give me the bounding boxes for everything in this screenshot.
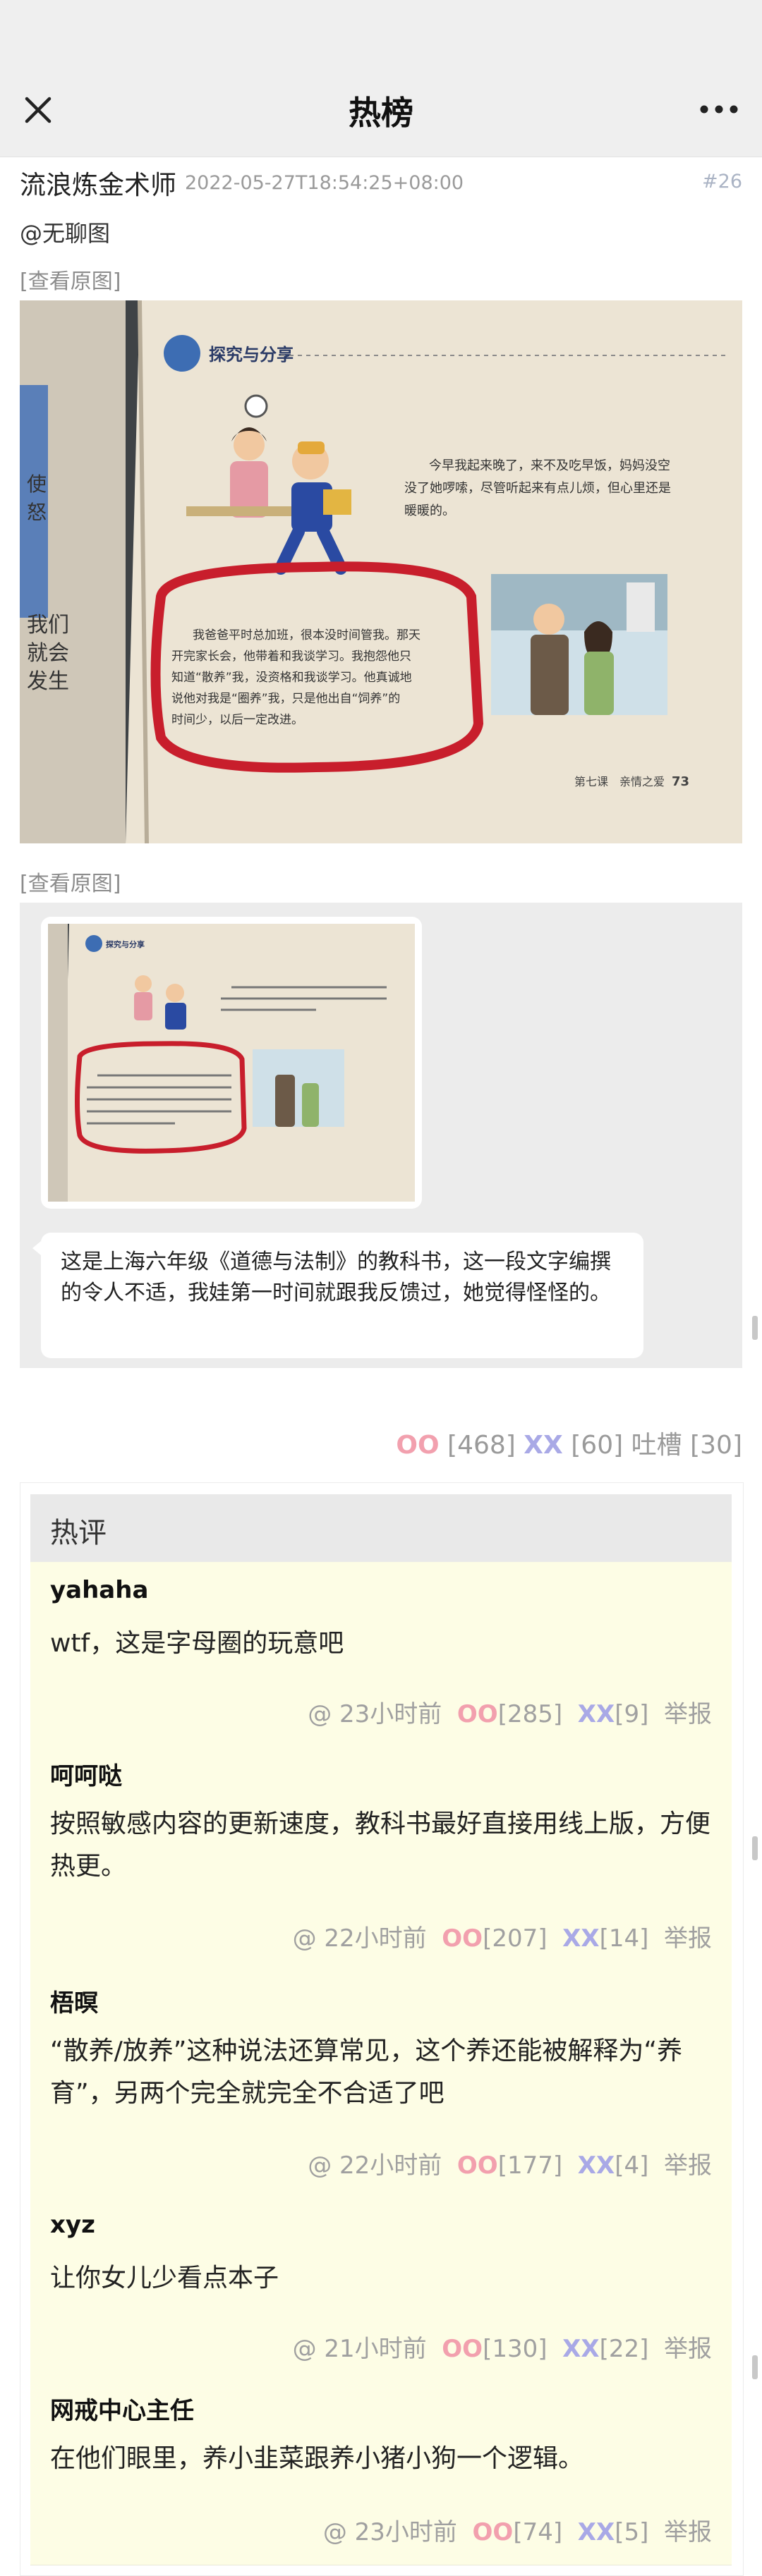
comment-text: wtf，这是字母圈的玩意吧	[50, 1629, 344, 1658]
circled-line-5: 时间少，以后一定改进。	[171, 713, 303, 727]
side-text-1: 使	[27, 472, 47, 496]
svg-text:怒: 怒	[27, 501, 47, 524]
view-original-link-2[interactable]: [查看原图]	[20, 866, 121, 897]
report-button[interactable]: 举报	[664, 2518, 712, 2546]
book-page-number: 73	[672, 774, 689, 789]
hot-comments: 热评 yahaha wtf，这是字母圈的玩意吧 @ 23小时前 OO[285] …	[20, 1482, 744, 2576]
post-timestamp: 2022-05-27T18:54:25+08:00	[185, 172, 464, 194]
comment-time[interactable]: @ 22小时前	[293, 1924, 427, 1953]
comment-author[interactable]: yahaha	[50, 1576, 148, 1604]
post-header: 流浪炼金术师 2022-05-27T18:54:25+08:00 #26	[0, 157, 762, 203]
xx-button[interactable]: XX	[578, 2518, 615, 2546]
svg-text:暖暖的。: 暖暖的。	[404, 503, 455, 518]
oo-button[interactable]: OO	[473, 2518, 514, 2546]
oo-button[interactable]: OO	[442, 1924, 483, 1953]
post-xx-count: [60]	[571, 1431, 624, 1460]
comment-author[interactable]: 梧暝	[50, 1984, 98, 2018]
comment-meta: @ 21小时前 OO[130] XX[22] 举报	[292, 2335, 712, 2363]
xx-button[interactable]: XX	[578, 2151, 615, 2180]
comment-item: 呵呵哒 按照敏感内容的更新速度，教科书最好直接用线上版，方便热更。 @ 22小时…	[30, 1742, 732, 1970]
nav-bar: 热榜	[0, 63, 762, 157]
post: 流浪炼金术师 2022-05-27T18:54:25+08:00 #26 @无聊…	[0, 157, 762, 2576]
comment-meta: @ 22小时前 OO[207] XX[14] 举报	[292, 1924, 712, 1953]
circled-line-3: 知道“散养”我，没资格和我谈学习。他真诚地	[171, 671, 412, 685]
report-button[interactable]: 举报	[664, 2335, 712, 2363]
svg-text:我们: 我们	[27, 613, 69, 637]
svg-text:探究与分享: 探究与分享	[106, 939, 145, 949]
post-oo-count: [468]	[447, 1431, 516, 1460]
report-button[interactable]: 举报	[664, 1924, 712, 1953]
report-button[interactable]: 举报	[664, 1700, 712, 1728]
scroll-indicator	[752, 2355, 758, 2379]
comment-item: 梧暝 “散养/放养”这种说法还算常见，这个养还能被解释为“养育”，另两个完全就完…	[30, 1970, 732, 2197]
comment-time[interactable]: @ 22小时前	[308, 2151, 442, 2180]
hot-comments-title: 热评	[50, 1517, 107, 1549]
book-para-1: 今早我起来晚了，来不及吃早饭，妈妈没空	[429, 458, 670, 473]
circled-line-1: 我爸爸平时总加班，很本没时间管我。那天	[193, 628, 421, 642]
comment-author[interactable]: 网戒中心主任	[50, 2391, 194, 2426]
svg-text:发生: 发生	[27, 669, 69, 694]
chat-caption: 这是上海六年级《道德与法制》的教科书，这一段文字编撰的令人不适，我娃第一时间就跟…	[61, 1250, 611, 1305]
post-mention: @无聊图	[20, 220, 111, 247]
xx-button[interactable]: XX	[562, 1924, 599, 1953]
comment-time[interactable]: @ 21小时前	[293, 2335, 427, 2363]
svg-text:没了她啰嗦，尽管听起来有点儿烦，但心里还是: 没了她啰嗦，尽管听起来有点儿烦，但心里还是	[404, 481, 671, 496]
status-bar	[0, 0, 762, 63]
comment-meta: @ 23小时前 OO[74] XX[5] 举报	[322, 2518, 712, 2546]
comment-item: yahaha wtf，这是字母圈的玩意吧 @ 23小时前 OO[285] XX[…	[30, 1562, 732, 1743]
comment-meta: @ 23小时前 OO[285] XX[9] 举报	[308, 1700, 712, 1728]
comment-author[interactable]: 呵呵哒	[50, 1757, 122, 1791]
more-icon[interactable]	[694, 92, 744, 127]
comment-text: 在他们眼里，养小韭菜跟养小猪小狗一个逻辑。	[50, 2444, 584, 2473]
scroll-indicator	[752, 1836, 758, 1860]
comment-item: xyz 让你女儿少看点本子 @ 21小时前 OO[130] XX[22] 举报	[30, 2197, 732, 2378]
comment-time[interactable]: @ 23小时前	[308, 1700, 442, 1728]
oo-button[interactable]: OO	[457, 2151, 498, 2180]
xx-button[interactable]: XX	[562, 2335, 599, 2363]
comment-time[interactable]: @ 23小时前	[323, 2518, 457, 2546]
page-title: 热榜	[349, 94, 413, 132]
post-xx-button[interactable]: XX	[524, 1431, 563, 1460]
comment-author[interactable]: xyz	[50, 2211, 95, 2239]
scroll-indicator	[752, 1316, 758, 1340]
comment-item: 网戒中心主任 在他们眼里，养小韭菜跟养小猪小狗一个逻辑。 @ 23小时前 OO[…	[30, 2377, 732, 2565]
post-id[interactable]: #26	[702, 171, 742, 193]
comment-text: 让你女儿少看点本子	[50, 2264, 279, 2293]
oo-button[interactable]: OO	[442, 2335, 483, 2363]
xx-button[interactable]: XX	[578, 1700, 615, 1728]
comment-text: “散养/放养”这种说法还算常见，这个养还能被解释为“养育”，另两个完全就完全不合…	[50, 2037, 683, 2108]
view-original-link[interactable]: [查看原图]	[20, 264, 121, 295]
book-footer: 第七课 亲情之爱	[574, 775, 665, 788]
hot-comments-header: 热评	[30, 1494, 732, 1563]
comment-meta: @ 22小时前 OO[177] XX[4] 举报	[308, 2151, 712, 2180]
circled-line-2: 开完家长会，他带着和我谈学习。我抱怨他只	[171, 649, 411, 664]
report-button[interactable]: 举报	[664, 2151, 712, 2180]
post-tucao-button[interactable]: 吐槽	[631, 1431, 682, 1460]
comment-text: 按照敏感内容的更新速度，教科书最好直接用线上版，方便热更。	[50, 1809, 711, 1881]
chat-screenshot[interactable]: 探究与分享 这是上海六年级《道德与法制》的教科书，这一段文字编撰的令人不适，我娃…	[20, 903, 742, 1368]
svg-text:就会: 就会	[27, 641, 69, 666]
post-votes: OO [468] XX [60] 吐槽 [30]	[396, 1424, 742, 1461]
oo-button[interactable]: OO	[457, 1700, 498, 1728]
post-oo-button[interactable]: OO	[396, 1431, 439, 1460]
textbook-photo[interactable]: 使 怒 我们 就会 发生 探究与分享 今早我起来晚了，来不及吃早饭，妈妈没空 没…	[20, 300, 742, 843]
post-author[interactable]: 流浪炼金术师	[20, 164, 176, 202]
post-tucao-count: [30]	[690, 1431, 742, 1460]
circled-line-4: 说他对我是“圈养”我，只是他出自“饲养”的	[171, 692, 400, 706]
